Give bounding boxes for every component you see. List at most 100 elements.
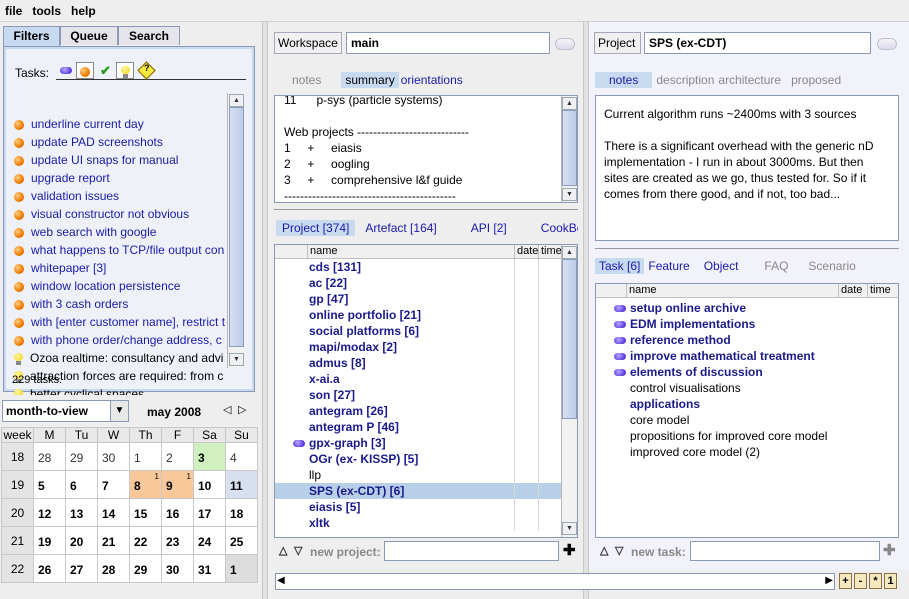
tab-proposed[interactable]: proposed [785, 72, 845, 88]
scroll-down-icon[interactable]: ▼ [562, 188, 577, 201]
move-up-icon[interactable]: △ [600, 544, 608, 557]
list-item[interactable]: with 3 cash orders [8, 295, 227, 313]
tab-project[interactable]: Project [374] [276, 220, 356, 236]
calendar-day[interactable]: 3 [193, 442, 226, 471]
calendar-day[interactable]: 21 [97, 526, 130, 555]
calendar-day[interactable]: 1 [225, 554, 258, 583]
list-item[interactable]: whitepaper [3] [8, 259, 227, 277]
calendar-day[interactable]: 29 [129, 554, 162, 583]
horizontal-scrollbar[interactable]: ◀ ▶ [275, 573, 835, 590]
table-row[interactable]: propositions for improved core model [596, 428, 898, 444]
list-item[interactable]: upgrade report [8, 169, 227, 187]
table-row[interactable]: applications [596, 396, 898, 412]
tab-artefact[interactable]: Artefact [164] [361, 220, 440, 236]
calendar-day[interactable]: 2 [161, 442, 194, 471]
calendar-day[interactable]: 17 [193, 498, 226, 527]
calendar-day[interactable]: 7 [97, 470, 130, 499]
zoom-out-button[interactable]: - [854, 573, 867, 589]
check-filter-icon[interactable]: ✔ [100, 63, 111, 79]
table-row[interactable]: xltk [275, 515, 563, 531]
view-select[interactable]: month-to-view ▼ [2, 400, 129, 422]
calendar-day[interactable]: 12 [33, 498, 66, 527]
table-row[interactable]: reference method [596, 332, 898, 348]
project-button[interactable] [877, 38, 897, 50]
table-row[interactable]: gp [47] [275, 291, 563, 307]
tab-cookbook[interactable]: CookBo [537, 220, 578, 236]
prev-month-icon[interactable]: ◁ [223, 403, 231, 416]
calendar-day[interactable]: 26 [33, 554, 66, 583]
add-project-icon[interactable]: ✚ [563, 541, 576, 559]
tab-api[interactable]: API [2] [467, 220, 511, 236]
table-row[interactable]: setup online archive [596, 300, 898, 316]
tab-object[interactable]: Object [700, 258, 743, 274]
table-row[interactable]: antegram P [46] [275, 419, 563, 435]
calendar-day[interactable]: 4 [225, 442, 258, 471]
list-item[interactable]: what happens to TCP/file output con [8, 241, 227, 259]
move-down-icon[interactable]: ▽ [615, 544, 623, 557]
table-row[interactable]: llp [275, 467, 563, 483]
calendar-day[interactable]: 81 [129, 470, 162, 499]
tab-summary[interactable]: summary [341, 72, 399, 88]
col-name[interactable]: name [307, 245, 514, 258]
scroll-right-icon[interactable]: ▶ [825, 575, 833, 586]
tab-scenario[interactable]: Scenario [804, 258, 859, 274]
tab-task[interactable]: Task [6] [595, 258, 645, 274]
dot-filter-icon[interactable] [76, 62, 94, 79]
project-field[interactable]: SPS (ex-CDT) [644, 32, 871, 54]
calendar-day[interactable]: 29 [65, 442, 98, 471]
table-row[interactable]: social platforms [6] [275, 323, 563, 339]
list-item[interactable]: update PAD screenshots [8, 133, 227, 151]
scroll-down-icon[interactable]: ▼ [229, 353, 244, 366]
table-row[interactable]: control visualisations [596, 380, 898, 396]
col-time[interactable]: time [538, 245, 563, 258]
scroll-up-icon[interactable]: ▲ [562, 97, 577, 110]
summary-panel[interactable]: 11 p-sys (particle systems) Web projects … [274, 95, 578, 203]
table-row[interactable]: SPS (ex-CDT) [6] [275, 483, 563, 499]
table-row[interactable]: online portfolio [21] [275, 307, 563, 323]
calendar-day[interactable]: 20 [65, 526, 98, 555]
project-scrollbar[interactable]: ▲ ▼ [561, 245, 577, 537]
calendar-day[interactable]: 24 [193, 526, 226, 555]
calendar-day[interactable]: 22 [129, 526, 162, 555]
tab-filters[interactable]: Filters [3, 26, 60, 46]
menu-file[interactable]: file [0, 0, 27, 18]
list-item[interactable]: window location persistence [8, 277, 227, 295]
task-list-scrollbar[interactable]: ▲ ▼ [227, 93, 244, 368]
tab-queue[interactable]: Queue [60, 26, 118, 45]
workspace-button[interactable] [555, 38, 575, 50]
summary-scrollbar[interactable]: ▲ ▼ [561, 96, 577, 202]
table-row[interactable]: x-ai.a [275, 371, 563, 387]
workspace-field[interactable]: main [346, 32, 550, 54]
scroll-left-icon[interactable]: ◀ [277, 575, 285, 586]
scroll-up-icon[interactable]: ▲ [562, 246, 577, 259]
calendar-day[interactable]: 1 [129, 442, 162, 471]
zoom-in-button[interactable]: + [839, 573, 852, 589]
scroll-down-icon[interactable]: ▼ [562, 522, 577, 535]
table-row[interactable]: son [27] [275, 387, 563, 403]
calendar-day[interactable]: 91 [161, 470, 194, 499]
table-row[interactable]: improved core model (2) [596, 444, 898, 460]
calendar-day[interactable]: 5 [33, 470, 66, 499]
chevron-down-icon[interactable]: ▼ [110, 401, 128, 421]
new-project-input[interactable] [384, 541, 559, 561]
calendar-day[interactable]: 28 [33, 442, 66, 471]
zoom-reset-button[interactable]: 1 [884, 573, 897, 589]
list-item[interactable]: better cyclical spaces [8, 385, 227, 395]
list-item[interactable]: update UI snaps for manual [8, 151, 227, 169]
calendar-day[interactable]: 28 [97, 554, 130, 583]
move-up-icon[interactable]: △ [279, 544, 287, 557]
tab-orientations[interactable]: orientations [399, 72, 467, 88]
table-row[interactable]: ac [22] [275, 275, 563, 291]
tab-faq[interactable]: FAQ [760, 258, 792, 274]
list-item[interactable]: Ozoa realtime: consultancy and advi [8, 349, 227, 367]
calendar-day[interactable]: 10 [193, 470, 226, 499]
notes-panel[interactable]: Current algorithm runs ~2400ms with 3 so… [595, 95, 899, 241]
calendar-day[interactable]: 14 [97, 498, 130, 527]
add-task-icon[interactable]: ✚ [883, 541, 896, 559]
table-row[interactable]: eiasis [5] [275, 499, 563, 515]
table-row[interactable]: mapi/modax [2] [275, 339, 563, 355]
menu-tools[interactable]: tools [27, 0, 66, 18]
calendar-day[interactable]: 25 [225, 526, 258, 555]
tab-architecture[interactable]: architecture [718, 72, 785, 88]
calendar-day[interactable]: 23 [161, 526, 194, 555]
